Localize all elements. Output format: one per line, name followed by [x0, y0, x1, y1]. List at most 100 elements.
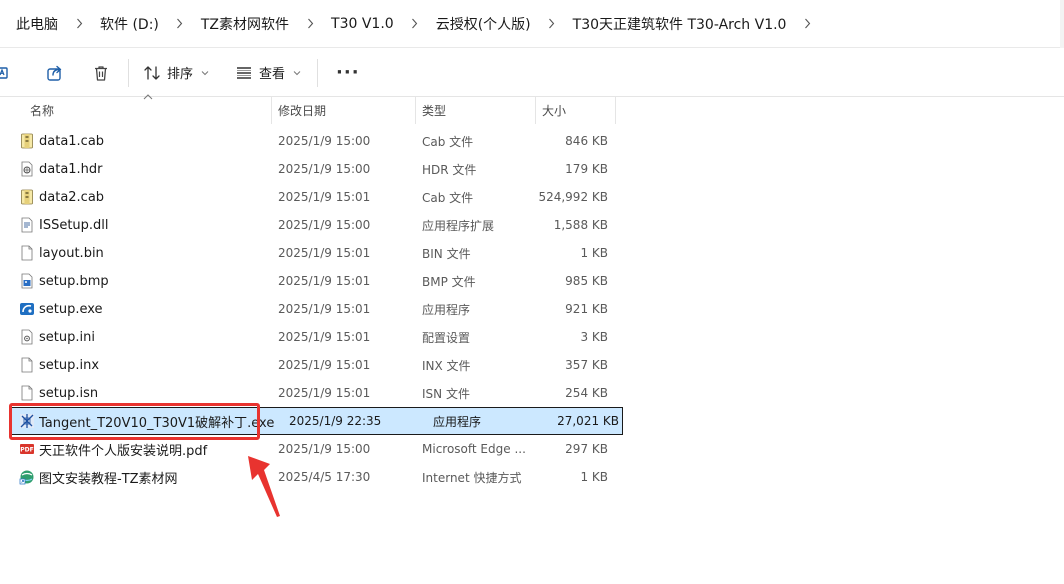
file-size: 297 KB: [565, 442, 608, 456]
toolbar-divider: [317, 58, 319, 87]
file-type: 应用程序: [422, 302, 471, 317]
breadcrumb-item[interactable]: T30 V1.0: [327, 12, 398, 36]
file-row[interactable]: setup.ini 2025/1/9 15:01 配置设置 3 KB: [0, 323, 620, 351]
sort-label: 排序: [167, 67, 194, 82]
file-name-cell: setup.isn: [0, 385, 270, 401]
view-icon: [237, 66, 252, 79]
file-type: INX 文件: [422, 358, 471, 373]
file-date: 2025/1/9 22:35: [289, 414, 382, 428]
file-type: HDR 文件: [422, 162, 477, 177]
file-size: 254 KB: [565, 386, 608, 400]
file-size: 524,992 KB: [538, 190, 608, 204]
file-row[interactable]: data1.hdr 2025/1/9 15:00 HDR 文件 179 KB: [0, 155, 620, 183]
file-size: 1 KB: [580, 246, 608, 260]
ini-file-icon: [19, 329, 35, 345]
file-name-cell: setup.bmp: [0, 273, 270, 289]
view-button[interactable]: 查看: [229, 57, 307, 89]
file-type: Microsoft Edge ...: [422, 442, 526, 456]
file-row[interactable]: setup.inx 2025/1/9 15:01 INX 文件 357 KB: [0, 351, 620, 379]
file-name-cell: setup.ini: [0, 329, 270, 345]
share-icon[interactable]: [38, 56, 72, 90]
address-bar-edge: [1060, 0, 1064, 48]
file-date: 2025/1/9 15:01: [278, 246, 371, 260]
file-name: data2.cab: [39, 189, 105, 205]
file-size: 1 KB: [580, 470, 608, 484]
chevron-right-icon[interactable]: [398, 18, 432, 29]
chevron-down-icon: [201, 70, 209, 75]
breadcrumb-item[interactable]: 云授权(个人版): [432, 10, 535, 38]
file-date: 2025/1/9 15:01: [278, 274, 371, 288]
cab-file-icon: [19, 189, 35, 205]
file-row[interactable]: ISSetup.dll 2025/1/9 15:00 应用程序扩展 1,588 KB: [0, 211, 620, 239]
file-date: 2025/1/9 15:00: [278, 218, 371, 232]
chevron-right-icon[interactable]: [790, 18, 824, 29]
file-name: ISSetup.dll: [39, 217, 109, 233]
svg-text:PDF: PDF: [20, 447, 33, 454]
breadcrumb-item[interactable]: TZ素材网软件: [197, 10, 293, 38]
file-name: 图文安装教程-TZ素材网: [39, 471, 178, 487]
file-date: 2025/1/9 15:00: [278, 134, 371, 148]
file-type: 应用程序扩展: [422, 218, 495, 233]
file-size: 846 KB: [565, 134, 608, 148]
file-type: BIN 文件: [422, 246, 471, 261]
file-name-cell: data1.cab: [0, 133, 270, 149]
file-name-cell: setup.inx: [0, 357, 270, 373]
file-date: 2025/1/9 15:01: [278, 302, 371, 316]
file-row[interactable]: data2.cab 2025/1/9 15:01 Cab 文件 524,992 KB: [0, 183, 620, 211]
file-name-cell: 图文安装教程-TZ素材网: [0, 468, 270, 487]
rename-icon[interactable]: [0, 56, 20, 90]
breadcrumb-item[interactable]: T30天正建筑软件 T30-Arch V1.0: [569, 10, 791, 38]
pdf-file-icon: PDF: [19, 441, 35, 457]
file-row[interactable]: setup.exe 2025/1/9 15:01 应用程序 921 KB: [0, 295, 620, 323]
blank-file-icon: [19, 357, 35, 373]
file-type: 配置设置: [422, 330, 471, 345]
column-date[interactable]: 修改日期: [272, 96, 416, 124]
file-row[interactable]: layout.bin 2025/1/9 15:01 BIN 文件 1 KB: [0, 239, 620, 267]
view-label: 查看: [259, 67, 286, 82]
file-size: 921 KB: [565, 302, 608, 316]
file-name-cell: PDF 天正软件个人版安装说明.pdf: [0, 440, 270, 459]
column-header: 名称 修改日期 类型 大小: [0, 94, 620, 124]
blank-file-icon: [19, 245, 35, 261]
dll-file-icon: [19, 217, 35, 233]
chevron-right-icon[interactable]: [163, 18, 197, 29]
file-row[interactable]: data1.cab 2025/1/9 15:00 Cab 文件 846 KB: [0, 127, 620, 155]
file-size: 179 KB: [565, 162, 608, 176]
file-type: Internet 快捷方式: [422, 470, 522, 485]
file-size: 985 KB: [565, 274, 608, 288]
file-type: 应用程序: [433, 414, 482, 429]
file-size: 27,021 KB: [557, 414, 619, 428]
breadcrumb-item[interactable]: 软件 (D:): [96, 10, 163, 38]
file-date: 2025/1/9 15:01: [278, 330, 371, 344]
file-type: ISN 文件: [422, 386, 470, 401]
file-type: Cab 文件: [422, 134, 474, 149]
file-name: setup.exe: [39, 301, 103, 317]
file-name-cell: layout.bin: [0, 245, 270, 261]
file-name-cell: data2.cab: [0, 189, 270, 205]
column-size[interactable]: 大小: [536, 96, 616, 124]
url-shortcut-icon: [19, 469, 35, 485]
chevron-right-icon[interactable]: [293, 18, 327, 29]
column-type[interactable]: 类型: [416, 96, 536, 124]
file-name-cell: ISSetup.dll: [0, 217, 270, 233]
sort-icon: [144, 65, 160, 80]
sort-button[interactable]: 排序: [137, 57, 215, 89]
address-bar[interactable]: 此电脑 软件 (D:) TZ素材网软件 T30 V1.0 云授权(个人版) T30天正建筑…: [0, 0, 1060, 48]
file-name: data1.cab: [39, 133, 105, 149]
file-size: 357 KB: [565, 358, 608, 372]
file-name: layout.bin: [39, 245, 104, 261]
pointer-arrow-icon: [248, 456, 280, 517]
file-row[interactable]: 图文安装教程-TZ素材网 2025/4/5 17:30 Internet 快捷方式 1…: [0, 463, 620, 491]
breadcrumb-item[interactable]: 此电脑: [12, 10, 62, 38]
file-size: 3 KB: [580, 330, 608, 344]
chevron-right-icon[interactable]: [62, 18, 96, 29]
chevron-right-icon[interactable]: [535, 18, 569, 29]
delete-icon[interactable]: [84, 56, 118, 90]
file-date: 2025/1/9 15:01: [278, 190, 371, 204]
file-row[interactable]: setup.bmp 2025/1/9 15:01 BMP 文件 985 KB: [0, 267, 620, 295]
column-name[interactable]: 名称: [0, 96, 272, 124]
more-options-button[interactable]: ···: [326, 62, 370, 83]
file-date: 2025/1/9 15:01: [278, 358, 371, 372]
setup-exe-icon: [19, 301, 35, 317]
toolbar-divider: [128, 58, 129, 87]
